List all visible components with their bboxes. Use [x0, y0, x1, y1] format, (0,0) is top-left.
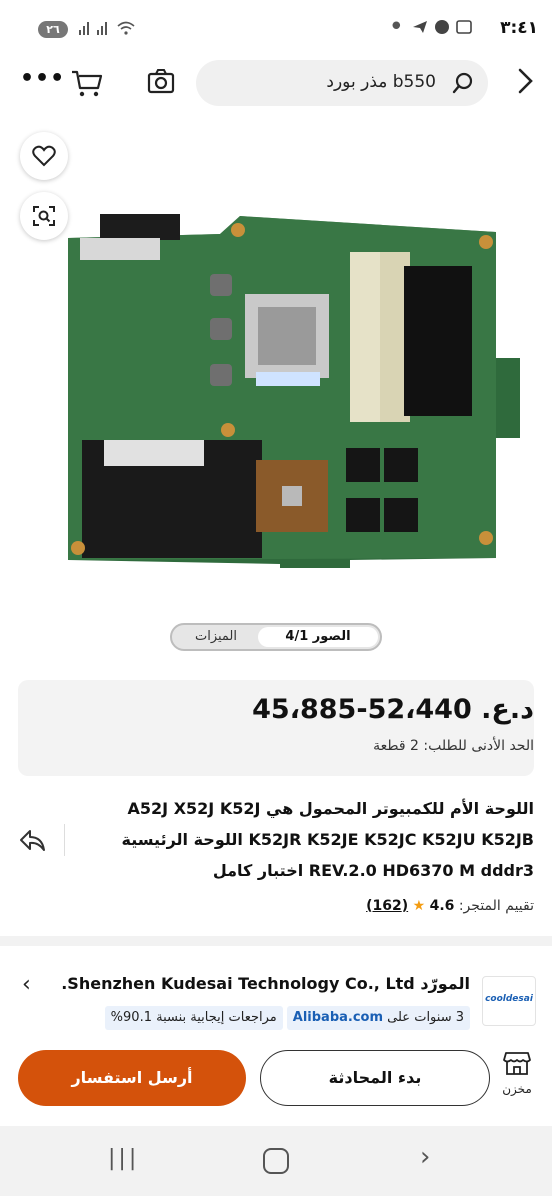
platform-text: Alibaba.com: [292, 1010, 384, 1025]
price-card: د.ع. 52،440-45،885 الحد الأدنى للطلب: 2 …: [18, 680, 534, 776]
signal-icon: [78, 20, 140, 40]
store-icon: [503, 1052, 531, 1075]
search-icon: [452, 72, 474, 94]
more-options-icon[interactable]: •••: [20, 66, 65, 91]
years-badge: 3 سنوات على Alibaba.com: [286, 1006, 470, 1030]
rating-count[interactable]: (162): [366, 898, 408, 914]
product-title: اللوحة الأم للكمبيوتر المحمول هي A52J X5…: [121, 799, 534, 880]
price-range: د.ع. 52،440-45،885: [252, 694, 534, 725]
send-inquiry-button[interactable]: أرسل استفسار: [18, 1050, 246, 1106]
star-icon: ★: [412, 898, 426, 914]
cart-icon[interactable]: [70, 68, 104, 98]
price-value: 52،440-45،885: [252, 694, 472, 725]
status-bar: ٣:٤١ • ٢٦: [0, 0, 552, 56]
supplier-logo[interactable]: cooldesai: [482, 976, 536, 1026]
back-button[interactable]: [512, 66, 538, 96]
store-button[interactable]: مخزن: [496, 1050, 538, 1106]
top-bar: مذر بورد b550 •••: [0, 56, 552, 114]
share-icon[interactable]: [18, 828, 46, 854]
chevron-right-icon: [518, 68, 533, 94]
start-chat-button[interactable]: بدء المحادثة: [260, 1050, 490, 1106]
section-divider: [0, 936, 552, 946]
product-image: [68, 214, 520, 568]
store-rating[interactable]: تقييم المتجر: 4.6 ★ (162): [366, 898, 534, 914]
notification-icons-graphic: [413, 20, 472, 34]
chevron-left-icon[interactable]: ‹: [22, 972, 31, 997]
supplier-name[interactable]: المورّد Shenzhen Kudesai Technology Co.,…: [61, 974, 470, 993]
currency: د.ع.: [481, 694, 534, 725]
scan-icon: [33, 206, 55, 226]
reviews-badge: مراجعات إيجابية بنسبة 90.1%: [104, 1006, 283, 1030]
supplier-logo-text: cooldesai: [485, 994, 533, 1004]
search-bar[interactable]: مذر بورد b550: [196, 60, 488, 106]
rating-value: 4.6: [429, 898, 455, 914]
product-gallery[interactable]: الصور 4/1 الميزات: [0, 114, 552, 674]
supplier-company: Shenzhen Kudesai Technology Co., Ltd.: [61, 974, 415, 993]
recent-apps-icon[interactable]: |||: [108, 1146, 139, 1171]
store-label: مخزن: [502, 1082, 532, 1096]
clock: ٣:٤١: [500, 18, 538, 38]
search-query[interactable]: مذر بورد b550: [326, 72, 436, 92]
nav-back-icon[interactable]: ›: [420, 1142, 430, 1172]
heart-icon: [32, 145, 56, 167]
visual-search-button[interactable]: [20, 192, 68, 240]
battery-icon: ٢٦: [38, 21, 68, 38]
rating-label: تقييم المتجر:: [458, 898, 534, 914]
gallery-pager: الصور 4/1 الميزات: [170, 623, 382, 651]
years-text: 3 سنوات على: [387, 1010, 464, 1025]
tab-features[interactable]: الميزات: [172, 627, 260, 647]
system-nav-bar: ||| ›: [0, 1126, 552, 1196]
supplier-label: المورّد: [420, 974, 470, 993]
home-icon[interactable]: [263, 1148, 289, 1174]
camera-search-icon[interactable]: [146, 68, 176, 96]
notification-icons: [412, 19, 474, 39]
divider: [64, 824, 65, 856]
tab-photos[interactable]: الصور 4/1: [258, 627, 378, 647]
notification-dot: •: [388, 12, 404, 42]
supplier-badges: 3 سنوات على Alibaba.comمراجعات إيجابية ب…: [101, 1006, 470, 1032]
min-order: الحد الأدنى للطلب: 2 قطعة: [373, 738, 534, 754]
favorite-button[interactable]: [20, 132, 68, 180]
